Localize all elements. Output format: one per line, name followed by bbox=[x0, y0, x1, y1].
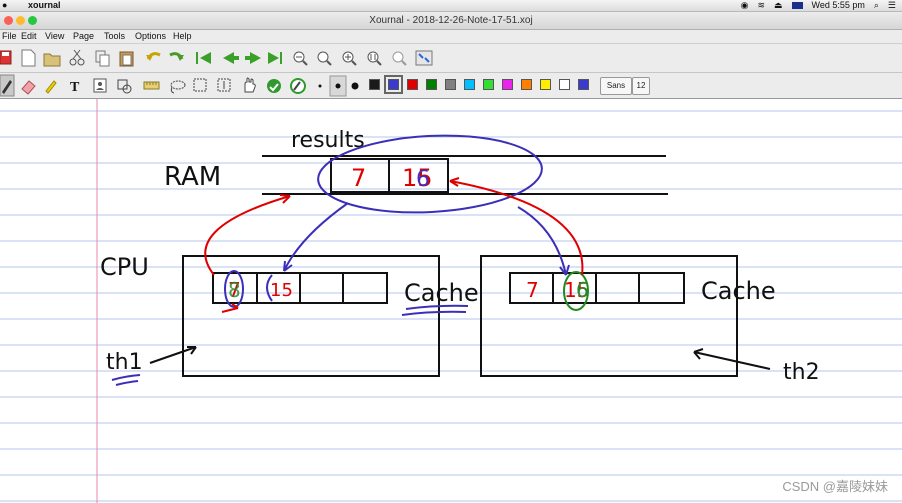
color-swatch[interactable] bbox=[407, 79, 418, 90]
ram-memory-strip bbox=[262, 155, 668, 195]
menu-edit[interactable]: Edit bbox=[21, 30, 37, 43]
font-button[interactable]: Sans bbox=[600, 77, 632, 95]
app-name-menu[interactable]: xournal bbox=[28, 0, 61, 11]
core-1-cell-2-value: 15 bbox=[270, 280, 293, 301]
undo-icon[interactable] bbox=[146, 52, 161, 61]
thickness-medium-icon[interactable] bbox=[329, 75, 347, 97]
first-page-icon[interactable] bbox=[196, 52, 211, 64]
menu-view[interactable]: View bbox=[45, 30, 64, 43]
writeback-arrow-core-1 bbox=[204, 195, 291, 276]
window-titlebar: Xournal - 2018-12-26-Note-17-51.xoj bbox=[0, 12, 902, 30]
color-swatch[interactable] bbox=[445, 79, 456, 90]
color-swatch[interactable] bbox=[464, 79, 475, 90]
color-swatch[interactable] bbox=[502, 79, 513, 90]
menu-tools[interactable]: Tools bbox=[104, 30, 125, 43]
zoom-100-icon[interactable] bbox=[317, 51, 332, 66]
vertical-space-icon[interactable] bbox=[217, 78, 231, 92]
cpu-label: CPU bbox=[100, 253, 149, 281]
svg-text:T: T bbox=[70, 80, 80, 95]
text-tool-icon[interactable]: T bbox=[70, 80, 80, 95]
core-1-box bbox=[182, 255, 440, 377]
default-highlighter-icon[interactable] bbox=[290, 78, 306, 94]
highlighter-tool-icon[interactable] bbox=[45, 80, 57, 94]
clock[interactable]: Wed 5:55 pm bbox=[812, 0, 865, 11]
watermark: CSDN @嘉陵妹妹 bbox=[782, 479, 888, 494]
save-icon[interactable] bbox=[0, 50, 12, 65]
shape-recognizer-icon[interactable] bbox=[117, 79, 132, 94]
paste-icon[interactable] bbox=[119, 51, 134, 67]
zoom-window-button[interactable] bbox=[28, 16, 37, 25]
core-1-cache-label: Cache bbox=[404, 279, 479, 307]
window-title: Xournal - 2018-12-26-Note-17-51.xoj bbox=[369, 15, 533, 26]
color-swatch[interactable] bbox=[369, 79, 380, 90]
ram-cell-2-overwrite: 6 bbox=[416, 167, 430, 192]
notification-center-icon[interactable]: ☰ bbox=[888, 0, 896, 11]
color-swatch[interactable] bbox=[426, 79, 437, 90]
color-swatch[interactable] bbox=[540, 79, 551, 90]
default-pen-icon[interactable] bbox=[267, 79, 281, 93]
ruled-paper: results RAM 7 15 6 CPU 7 8 15 Cache 7 15… bbox=[0, 99, 902, 503]
font-size-field[interactable]: 12 bbox=[632, 77, 650, 95]
tools-toolbar: T Sans 12 bbox=[0, 73, 902, 99]
eject-icon[interactable]: ⏏ bbox=[774, 0, 783, 11]
spotlight-icon[interactable]: ⌕ bbox=[874, 0, 879, 11]
system-menubar: ● xournal ◉ ≋ ⏏ Wed 5:55 pm ⌕ ☰ bbox=[0, 0, 902, 12]
rect-select-icon[interactable] bbox=[193, 78, 207, 92]
note-canvas[interactable]: results RAM 7 15 6 CPU 7 8 15 Cache 7 15… bbox=[0, 99, 902, 503]
color-swatch[interactable] bbox=[559, 79, 570, 90]
thickness-thick-icon[interactable] bbox=[351, 82, 359, 90]
lasso-select-icon[interactable] bbox=[170, 80, 186, 94]
last-page-icon[interactable] bbox=[268, 52, 282, 64]
zoom-in-icon[interactable] bbox=[342, 51, 357, 66]
app-menubar: File Edit View Page Tools Options Help bbox=[0, 30, 902, 44]
menu-page[interactable]: Page bbox=[73, 30, 94, 43]
color-swatch[interactable] bbox=[384, 75, 403, 94]
fullscreen-icon[interactable] bbox=[415, 50, 433, 66]
pen-tool-icon[interactable] bbox=[0, 74, 15, 97]
ram-cell-1-value: 7 bbox=[351, 164, 366, 192]
ram-label: RAM bbox=[164, 162, 221, 192]
zoom-fit-icon[interactable] bbox=[392, 51, 407, 66]
core-1-cell-1-overwrite: 8 bbox=[228, 278, 241, 302]
thread-1-label: th1 bbox=[106, 350, 143, 375]
load-arrow-core-1 bbox=[283, 202, 349, 272]
previous-page-icon[interactable] bbox=[223, 52, 239, 64]
color-swatch[interactable] bbox=[521, 79, 532, 90]
color-swatch[interactable] bbox=[578, 79, 589, 90]
zoom-out-icon[interactable] bbox=[293, 51, 308, 66]
menu-file[interactable]: File bbox=[2, 30, 17, 43]
image-tool-icon[interactable] bbox=[93, 78, 107, 93]
ruler-tool-icon[interactable] bbox=[143, 81, 160, 90]
menu-options[interactable]: Options bbox=[135, 30, 166, 43]
copy-icon[interactable] bbox=[95, 50, 110, 67]
hand-tool-icon[interactable] bbox=[244, 77, 256, 93]
core-2-cell-1-value: 7 bbox=[526, 278, 539, 302]
wifi-icon[interactable]: ≋ bbox=[757, 0, 765, 11]
menu-help[interactable]: Help bbox=[173, 30, 192, 43]
flag-icon[interactable] bbox=[791, 2, 803, 9]
thickness-fine-icon[interactable] bbox=[318, 84, 322, 88]
color-swatch[interactable] bbox=[483, 79, 494, 90]
eraser-tool-icon[interactable] bbox=[21, 80, 36, 95]
record-icon[interactable]: ◉ bbox=[741, 0, 749, 11]
apple-icon[interactable]: ● bbox=[2, 0, 7, 11]
cut-icon[interactable] bbox=[69, 49, 85, 66]
main-toolbar bbox=[0, 44, 902, 73]
zoom-page-width-icon[interactable] bbox=[367, 51, 382, 66]
thread-2-label: th2 bbox=[783, 360, 820, 385]
next-page-icon[interactable] bbox=[245, 52, 261, 64]
redo-icon[interactable] bbox=[169, 52, 184, 61]
minimize-window-button[interactable] bbox=[16, 16, 25, 25]
new-document-icon[interactable] bbox=[21, 49, 36, 67]
close-window-button[interactable] bbox=[4, 16, 13, 25]
core-2-cache-label: Cache bbox=[701, 277, 776, 305]
open-folder-icon[interactable] bbox=[43, 53, 61, 67]
